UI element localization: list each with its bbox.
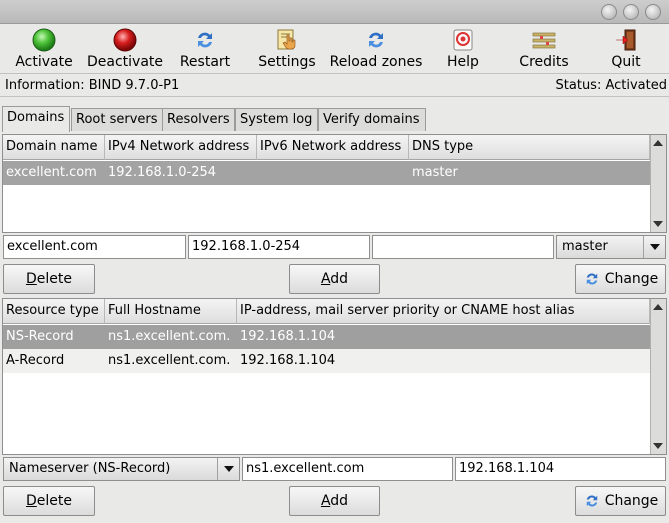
quit-label: Quit: [611, 54, 641, 70]
cell-full-hostname: ns1.excellent.com.: [108, 329, 231, 344]
settings-hand-icon: [277, 29, 296, 50]
window-titlebar[interactable]: [0, 0, 669, 24]
table-row[interactable]: A-Record ns1.excellent.com. 192.168.1.10…: [3, 349, 650, 373]
table-row[interactable]: excellent.com 192.168.1.0-254 master: [3, 161, 650, 185]
tab-system-log[interactable]: System log: [235, 108, 318, 131]
hostname-input[interactable]: ns1.excellent.com: [242, 457, 453, 481]
tab-bar: Domains Root servers Resolvers System lo…: [2, 106, 667, 132]
delete-record-label: elete: [36, 493, 72, 509]
delete-domain-button[interactable]: Delete: [3, 264, 95, 294]
main-toolbar: Activate Deactivate Restart Settings Rel…: [0, 24, 669, 74]
change-record-label: Change: [604, 493, 659, 509]
table-row[interactable]: NS-Record ns1.excellent.com. 192.168.1.1…: [3, 325, 650, 349]
cell-ipv6: [257, 161, 409, 185]
ipv4-input[interactable]: 192.168.1.0-254: [188, 235, 370, 259]
change-domain-label: Change: [604, 271, 659, 287]
activate-button[interactable]: Activate: [10, 26, 78, 72]
add-domain-mnemonic: A: [320, 271, 331, 287]
domains-table-header: Domain name IPv4 Network address IPv6 Ne…: [3, 135, 650, 160]
add-record-button[interactable]: Add: [289, 486, 380, 516]
cell-domain-name: excellent.com: [6, 165, 97, 180]
cell-resource-type: A-Record: [6, 353, 65, 368]
restart-button[interactable]: Restart: [175, 26, 235, 72]
tab-root-servers[interactable]: Root servers: [71, 108, 163, 131]
credits-icon: [532, 32, 556, 49]
delete-record-button[interactable]: Delete: [3, 486, 95, 516]
cell-ip-address: 192.168.1.104: [240, 329, 336, 344]
restart-label: Restart: [179, 54, 231, 70]
column-header-resource-type[interactable]: Resource type: [3, 299, 105, 324]
maximize-button[interactable]: [623, 4, 639, 20]
activate-label: Activate: [15, 54, 73, 70]
add-record-label: dd: [330, 493, 349, 509]
green-circle-icon: [32, 28, 56, 52]
credits-button[interactable]: Credits: [514, 26, 574, 72]
help-icon: [453, 29, 473, 51]
cell-resource-type: NS-Record: [6, 329, 74, 344]
record-type-selected: Nameserver (NS-Record): [9, 461, 171, 476]
column-header-domain-name[interactable]: Domain name: [3, 135, 105, 160]
red-circle-icon: [113, 28, 137, 52]
deactivate-label: Deactivate: [86, 54, 163, 70]
quit-button[interactable]: Quit: [604, 26, 648, 72]
domains-scrollbar[interactable]: [650, 135, 666, 232]
scroll-down-arrow-icon[interactable]: [653, 443, 663, 449]
reload-zones-button[interactable]: Reload zones: [330, 26, 422, 72]
scroll-up-arrow-icon[interactable]: [653, 140, 663, 146]
delete-domain-label: elete: [36, 271, 72, 287]
cell-ip-address: 192.168.1.104: [240, 353, 336, 368]
cell-ipv4: 192.168.1.0-254: [108, 165, 217, 180]
cell-dns-type: master: [412, 165, 458, 180]
chevron-down-icon[interactable]: [217, 458, 239, 480]
tab-resolvers[interactable]: Resolvers: [162, 108, 235, 131]
column-header-ipv6[interactable]: IPv6 Network address: [257, 135, 409, 160]
delete-record-mnemonic: D: [26, 493, 37, 509]
tab-domains[interactable]: Domains: [2, 106, 70, 132]
refresh-icon: [586, 273, 597, 285]
settings-button[interactable]: Settings: [254, 26, 320, 72]
domains-table: Domain name IPv4 Network address IPv6 Ne…: [2, 134, 667, 233]
credits-label: Credits: [519, 54, 569, 70]
scroll-down-arrow-icon[interactable]: [653, 221, 663, 227]
info-bar: Information: BIND 9.7.0-P1 Status: Activ…: [0, 75, 669, 97]
record-type-select[interactable]: Nameserver (NS-Record): [3, 457, 240, 481]
settings-label: Settings: [258, 54, 316, 70]
delete-domain-mnemonic: D: [26, 271, 37, 287]
add-domain-button[interactable]: Add: [289, 264, 380, 294]
column-header-full-hostname[interactable]: Full Hostname: [105, 299, 237, 324]
information-text: Information: BIND 9.7.0-P1: [5, 78, 180, 93]
reload-zones-label: Reload zones: [329, 54, 423, 70]
cell-full-hostname: ns1.excellent.com.: [108, 353, 231, 368]
add-record-mnemonic: A: [320, 493, 331, 509]
refresh-icon: [198, 32, 212, 48]
deactivate-button[interactable]: Deactivate: [84, 26, 166, 72]
close-window-button[interactable]: [645, 4, 661, 20]
minimize-button[interactable]: [601, 4, 617, 20]
records-scrollbar[interactable]: [650, 299, 666, 454]
records-table: Resource type Full Hostname IP-address, …: [2, 298, 667, 455]
help-label: Help: [447, 54, 479, 70]
change-record-button[interactable]: Change: [575, 486, 666, 516]
change-domain-button[interactable]: Change: [575, 264, 666, 294]
refresh-icon: [586, 495, 597, 507]
add-domain-label: dd: [330, 271, 349, 287]
chevron-down-icon[interactable]: [643, 236, 665, 258]
column-header-ipv4[interactable]: IPv4 Network address: [105, 135, 257, 160]
dns-type-selected: master: [562, 239, 608, 254]
column-header-ip-address[interactable]: IP-address, mail server priority or CNAM…: [237, 299, 650, 324]
help-button[interactable]: Help: [440, 26, 486, 72]
domain-name-input[interactable]: excellent.com: [3, 235, 186, 259]
records-table-header: Resource type Full Hostname IP-address, …: [3, 299, 650, 324]
exit-door-icon: [616, 29, 636, 51]
tab-verify-domains[interactable]: Verify domains: [318, 108, 426, 131]
column-header-dns-type[interactable]: DNS type: [409, 135, 650, 160]
window-controls: [601, 4, 661, 20]
refresh-icon: [369, 32, 383, 48]
scroll-up-arrow-icon[interactable]: [653, 304, 663, 310]
record-ip-input[interactable]: 192.168.1.104: [455, 457, 666, 481]
ipv6-input[interactable]: [372, 235, 554, 259]
dns-type-select[interactable]: master: [556, 235, 666, 259]
status-text: Status: Activated: [555, 78, 667, 93]
